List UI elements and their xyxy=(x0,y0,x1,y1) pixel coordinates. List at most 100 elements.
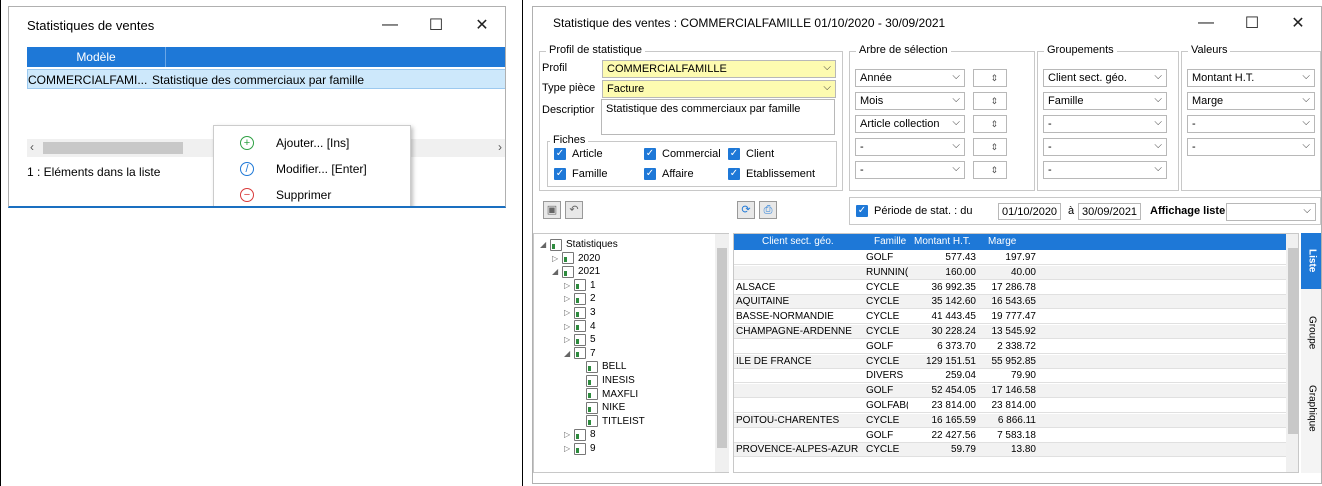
checkbox-famille[interactable]: ✓ Famille xyxy=(554,168,607,180)
menu-item-modifier[interactable]: / Modifier... [Enter] xyxy=(214,156,410,182)
tree-node[interactable]: ▷ 8 xyxy=(564,428,596,441)
tree-node[interactable]: ▷ 2 xyxy=(564,292,596,305)
close-button[interactable]: ✕ xyxy=(459,15,505,35)
table-row[interactable]: DIVERS 259.04 79.90 xyxy=(734,369,1286,384)
tree-node[interactable]: ◢ 2021 xyxy=(552,265,600,278)
expand-icon[interactable]: ▷ xyxy=(564,281,574,290)
undo-icon[interactable]: ↶ xyxy=(565,201,583,219)
checkbox-etablissement[interactable]: ✓ Etablissement xyxy=(728,168,815,180)
level-spinner[interactable]: ⇕ xyxy=(973,138,1007,156)
table-row[interactable]: CHAMPAGNE-ARDENNE CYCLE 30 228.24 13 545.92 xyxy=(734,325,1286,339)
level-spinner[interactable]: ⇕ xyxy=(973,115,1007,133)
expand-icon[interactable]: ◢ xyxy=(564,349,574,358)
expand-icon[interactable]: ▷ xyxy=(552,254,562,263)
scroll-right-icon[interactable]: › xyxy=(498,140,502,154)
menu-item-supprimer[interactable]: − Supprimer xyxy=(214,182,410,206)
valeurs-select-2[interactable]: Marge ⌵ xyxy=(1187,92,1315,110)
table-row[interactable]: AQUITAINE CYCLE 35 142.60 16 543.65 xyxy=(734,295,1286,310)
groupements-select-2[interactable]: Famille ⌵ xyxy=(1043,92,1167,110)
tree-node[interactable]: ◢ 7 xyxy=(564,347,596,360)
table-row[interactable]: GOLF 52 454.05 17 146.58 xyxy=(734,384,1286,399)
tree-node[interactable]: MAXFLI xyxy=(576,388,638,401)
table-row[interactable]: PROVENCE-ALPES-AZUR CYCLE 59.79 13.80 xyxy=(734,443,1286,458)
tree-node[interactable]: ▷ 5 xyxy=(564,333,596,346)
expand-icon[interactable]: ▷ xyxy=(564,294,574,303)
expand-icon[interactable]: ◢ xyxy=(552,267,562,276)
print-icon[interactable]: ⎙ xyxy=(759,201,777,219)
tree-node[interactable]: NIKE xyxy=(576,401,625,414)
level-spinner[interactable]: ⇕ xyxy=(973,69,1007,87)
expand-icon[interactable]: ▷ xyxy=(564,444,574,453)
table-row[interactable]: ALSACE CYCLE 36 992.35 17 286.78 xyxy=(734,281,1286,295)
table-row[interactable]: ILE DE FRANCE CYCLE 129 151.51 55 952.85 xyxy=(734,354,1286,369)
expand-icon[interactable]: ▷ xyxy=(564,308,574,317)
expand-icon[interactable]: ▷ xyxy=(564,335,574,344)
valeurs-select-1[interactable]: Montant H.T. ⌵ xyxy=(1187,69,1315,87)
checkbox-client[interactable]: ✓ Client xyxy=(728,148,774,160)
table-cell: 40.00 xyxy=(1010,266,1036,278)
date-from-input[interactable]: 01/10/2020 xyxy=(998,203,1062,220)
checkbox-affaire[interactable]: ✓ Affaire xyxy=(644,168,694,180)
arbre-select-4[interactable]: - ⌵ xyxy=(855,138,965,156)
table-row[interactable]: POITOU-CHARENTES CYCLE 16 165.59 6 866.11 xyxy=(734,413,1286,428)
groupements-select-5[interactable]: - ⌵ xyxy=(1043,161,1167,179)
affichage-select[interactable]: ⌵ xyxy=(1226,203,1316,221)
type-piece-select[interactable]: Facture ⌵ xyxy=(602,80,836,98)
valeurs-select-3[interactable]: - ⌵ xyxy=(1187,115,1315,133)
scroll-left-icon[interactable]: ‹ xyxy=(30,140,34,154)
groupements-select-1[interactable]: Client sect. géo. ⌵ xyxy=(1043,69,1167,87)
tree-scrollbar[interactable] xyxy=(715,234,729,472)
periode-checkbox[interactable]: ✓ Période de stat. : du xyxy=(856,205,972,217)
table-cell: CYCLE xyxy=(866,326,900,337)
checkbox-commercial[interactable]: ✓ Commercial xyxy=(644,148,721,160)
refresh-icon[interactable]: ⟳ xyxy=(737,201,755,219)
list-row[interactable]: COMMERCIALFAMI... Statistique des commer… xyxy=(27,69,505,89)
tab-graphique[interactable]: Graphique xyxy=(1301,373,1321,443)
tree-node[interactable]: INESIS xyxy=(576,374,635,387)
expand-icon[interactable]: ▷ xyxy=(564,430,574,439)
tree-node[interactable]: ▷ 3 xyxy=(564,306,596,319)
tree-node[interactable]: ▷ 2020 xyxy=(552,252,600,265)
groupements-select-3[interactable]: - ⌵ xyxy=(1043,115,1167,133)
groupements-select-4[interactable]: - ⌵ xyxy=(1043,138,1167,156)
expand-icon[interactable]: ▷ xyxy=(564,322,574,331)
table-row[interactable]: GOLF 6 373.70 2 338.72 xyxy=(734,340,1286,354)
checkbox-article[interactable]: ✓ Article xyxy=(554,148,603,160)
table-row[interactable]: BASSE-NORMANDIE CYCLE 41 443.45 19 777.47 xyxy=(734,310,1286,325)
date-to-input[interactable]: 30/09/2021 xyxy=(1078,203,1142,220)
table-cell: GOLF xyxy=(866,385,894,397)
description-field[interactable]: Statistique des commerciaux par famille xyxy=(601,99,835,135)
table-row[interactable]: GOLF 577.43 197.97 xyxy=(734,251,1286,265)
maximize-button[interactable]: ☐ xyxy=(1229,13,1275,33)
expand-icon[interactable]: ◢ xyxy=(540,240,550,249)
close-button[interactable]: ✕ xyxy=(1275,13,1321,33)
arbre-select-2[interactable]: Mois ⌵ xyxy=(855,92,965,110)
arbre-select-5[interactable]: - ⌵ xyxy=(855,161,965,179)
level-spinner[interactable]: ⇕ xyxy=(973,92,1007,110)
column-header-modele[interactable]: Modèle xyxy=(27,50,165,64)
scroll-thumb[interactable] xyxy=(43,142,183,154)
tab-groupe[interactable]: Groupe xyxy=(1301,303,1321,363)
table-scrollbar[interactable] xyxy=(1286,234,1298,472)
arbre-select-3[interactable]: Article collection ⌵ xyxy=(855,115,965,133)
table-row[interactable]: RUNNIN(160.00 40.00 xyxy=(734,265,1286,280)
tree-node[interactable]: BELL xyxy=(576,360,626,373)
arbre-select-1[interactable]: Année ⌵ xyxy=(855,69,965,87)
menu-item-ajouter[interactable]: + Ajouter... [Ins] xyxy=(214,130,410,156)
context-menu: + Ajouter... [Ins] / Modifier... [Enter] −… xyxy=(213,125,411,206)
profil-select[interactable]: COMMERCIALFAMILLE ⌵ xyxy=(602,60,836,78)
minimize-button[interactable]: — xyxy=(367,16,413,34)
tree-node[interactable]: ▷ 9 xyxy=(564,442,596,455)
table-row[interactable]: GOLF 22 427.56 7 583.18 xyxy=(734,429,1286,443)
maximize-button[interactable]: ☐ xyxy=(413,15,459,35)
tree-node[interactable]: TITLEIST xyxy=(576,415,645,428)
tree-node[interactable]: ▷ 4 xyxy=(564,320,596,333)
tab-liste[interactable]: Liste xyxy=(1301,233,1321,289)
tree-node[interactable]: ▷ 1 xyxy=(564,279,596,292)
valeurs-select-4[interactable]: - ⌵ xyxy=(1187,138,1315,156)
level-spinner[interactable]: ⇕ xyxy=(973,161,1007,179)
minimize-button[interactable]: — xyxy=(1183,14,1229,32)
table-row[interactable]: GOLFAB(23 814.00 23 814.00 xyxy=(734,399,1286,413)
tree-node[interactable]: ◢ Statistiques xyxy=(540,238,618,251)
save-icon[interactable]: ▣ xyxy=(543,201,561,219)
